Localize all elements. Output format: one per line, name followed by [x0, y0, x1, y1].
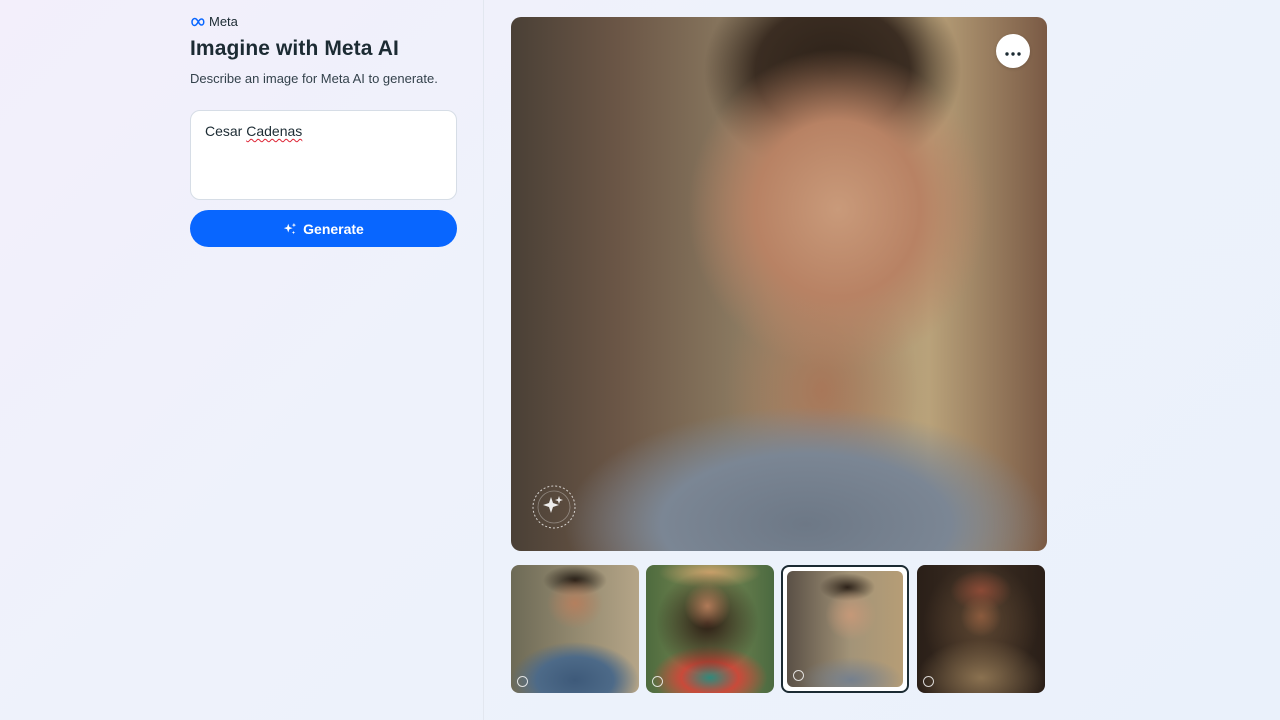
thumbnail-3-selected[interactable]	[781, 565, 909, 693]
prompt-text: Cesar Cadenas	[205, 123, 302, 139]
prompt-text-first: Cesar	[205, 123, 247, 139]
brand-name: Meta	[209, 14, 238, 29]
meta-infinity-icon	[190, 17, 206, 27]
generate-button-label: Generate	[303, 220, 364, 237]
brand[interactable]: Meta	[190, 14, 238, 29]
sparkle-icon	[283, 222, 297, 236]
page-title: Imagine with Meta AI	[190, 37, 399, 60]
ai-badge-icon	[793, 670, 804, 681]
ai-badge-icon	[517, 676, 528, 687]
thumbnail-4[interactable]	[917, 565, 1045, 693]
thumbnail-image	[917, 565, 1045, 693]
more-options-button[interactable]	[996, 34, 1030, 68]
more-horizontal-icon	[1005, 44, 1021, 59]
thumbnail-2[interactable]	[646, 565, 774, 693]
page-subtitle: Describe an image for Meta AI to generat…	[190, 71, 438, 86]
left-panel: Meta Imagine with Meta AI Describe an im…	[0, 0, 484, 720]
generate-button[interactable]: Generate	[190, 210, 457, 247]
thumbnail-1[interactable]	[511, 565, 639, 693]
prompt-input[interactable]: Cesar Cadenas	[190, 110, 457, 200]
prompt-text-misspelled: Cadenas	[246, 123, 303, 139]
thumbnail-image	[646, 565, 774, 693]
ai-badge-icon	[652, 676, 663, 687]
ai-badge-icon	[923, 676, 934, 687]
thumbnail-strip	[511, 565, 1047, 693]
thumbnail-image	[787, 571, 903, 687]
thumbnail-image	[511, 565, 639, 693]
imagined-with-ai-badge-icon	[531, 484, 577, 530]
generated-image-main[interactable]	[511, 17, 1047, 551]
